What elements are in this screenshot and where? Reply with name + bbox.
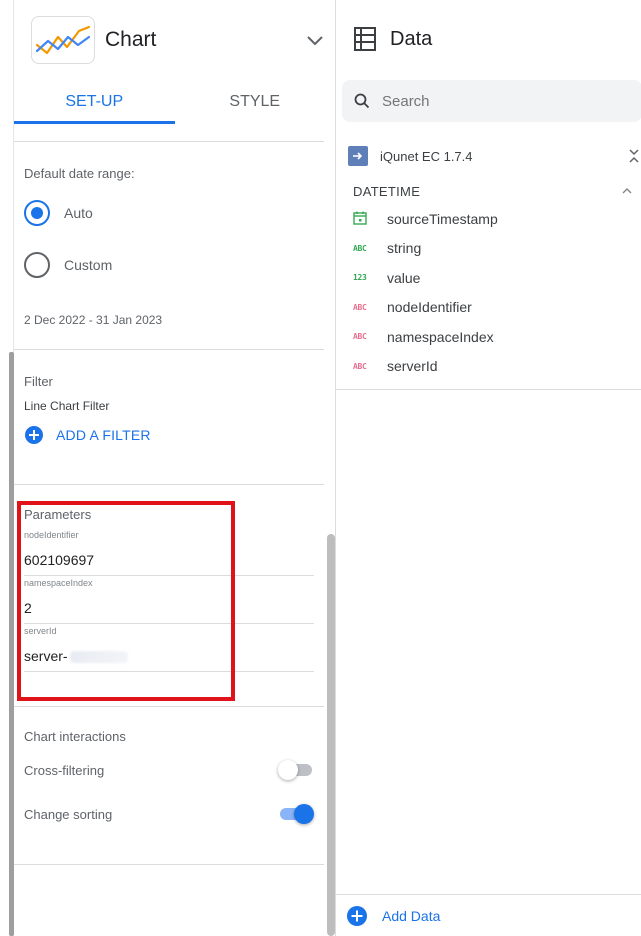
add-data-button[interactable]: Add Data [336,894,641,936]
search-input[interactable] [380,91,583,111]
field-item-nodeidentifier[interactable]: ABC nodeIdentifier [336,293,641,323]
chart-interactions-section: Chart interactions Cross-filtering Chang… [14,707,324,865]
setup-scrollbar[interactable] [327,534,335,936]
data-source-name: iQunet EC 1.7.4 [380,148,473,164]
data-source-icon [348,146,368,166]
chevron-up-icon[interactable] [621,187,633,195]
param-nodeidentifier[interactable]: nodeIdentifier 602109697 [24,528,314,576]
number-type-icon: 123 [353,273,367,283]
tab-style[interactable]: STYLE [175,80,336,124]
param-namespaceindex-caption: namespaceIndex [24,578,93,588]
parameters-section: Parameters nodeIdentifier 602109697 name… [14,485,324,707]
text-type-icon: ABC [353,332,367,342]
date-range-label: Default date range: [24,166,135,181]
text-type-icon: ABC [353,243,367,253]
field-label: nodeIdentifier [387,299,472,316]
radio-custom-label: Custom [64,257,113,273]
field-label: string [387,240,422,257]
add-filter-button[interactable]: ADD A FILTER [24,425,324,445]
chart-properties-panel: Chart SET-UP STYLE Default date range: A… [0,0,336,936]
cross-filtering-toggle[interactable] [278,760,314,780]
param-serverid[interactable]: serverId server- [24,624,314,672]
add-data-label: Add Data [382,907,441,924]
param-nodeidentifier-value[interactable]: 602109697 [24,552,94,568]
expand-collapse-icon[interactable] [627,144,641,168]
param-nodeidentifier-caption: nodeIdentifier [24,530,79,540]
datetime-group-label: DATETIME [353,183,421,199]
cross-filtering-label: Cross-filtering [24,762,105,778]
tab-setup[interactable]: SET-UP [14,80,175,124]
toggle-knob [278,760,298,780]
change-sorting-toggle[interactable] [278,804,314,824]
field-item-string[interactable]: ABC string [336,234,641,264]
data-source-row[interactable]: iQunet EC 1.7.4 [336,140,641,172]
parameters-heading: Parameters [24,507,92,522]
field-item-serverid[interactable]: ABC serverId [336,352,641,382]
field-item-value[interactable]: 123 value [336,263,641,293]
add-circle-icon [25,426,43,444]
toggle-knob [294,804,314,824]
table-icon [354,27,376,51]
chart-header: Chart [14,0,335,80]
chevron-down-icon[interactable] [303,28,327,52]
previous-section-divider [14,124,324,142]
param-serverid-caption: serverId [24,626,57,636]
line-chart-icon [31,16,95,64]
filter-heading: Filter [24,374,53,389]
param-serverid-text: server- [24,648,68,664]
setup-content: Default date range: Auto Custom 2 Dec 20… [14,124,324,865]
field-label: serverId [387,358,438,375]
left-edge-strip [0,0,14,936]
radio-custom[interactable] [24,252,50,278]
data-panel: Data iQunet EC 1.7.4 [336,0,641,936]
param-namespaceindex[interactable]: namespaceIndex 2 [24,576,314,624]
text-type-icon: ABC [353,302,367,312]
filter-section: Filter Line Chart Filter ADD A FILTER [14,350,324,485]
data-header: Data [336,0,641,78]
date-range-section: Default date range: Auto Custom 2 Dec 20… [14,142,324,350]
date-range-text: 2 Dec 2022 - 31 Jan 2023 [24,313,163,327]
chart-type-title: Chart [105,28,157,51]
field-item-namespaceindex[interactable]: ABC namespaceIndex [336,322,641,352]
fields-divider [336,389,641,390]
radio-auto[interactable] [24,200,50,226]
panel-tabs: SET-UP STYLE [14,80,335,124]
radio-auto-label: Auto [64,205,93,221]
radio-custom-row[interactable]: Custom [24,239,324,291]
redacted-text [69,651,128,664]
change-sorting-label: Change sorting [24,806,113,822]
setup-scroll-area: Default date range: Auto Custom 2 Dec 20… [14,124,335,936]
field-label: value [387,269,421,286]
field-label: namespaceIndex [387,328,494,345]
field-item-sourcetimestamp[interactable]: sourceTimestamp [336,204,641,234]
param-serverid-value[interactable]: server- [24,648,128,664]
text-type-icon: ABC [353,361,367,371]
filter-subheading: Line Chart Filter [24,399,110,413]
radio-auto-row[interactable]: Auto [24,187,324,239]
chart-interactions-heading: Chart interactions [24,729,126,744]
param-namespaceindex-value[interactable]: 2 [24,600,32,616]
add-circle-icon [347,905,367,926]
editor-frame: Chart SET-UP STYLE Default date range: A… [0,0,641,936]
add-filter-label: ADD A FILTER [56,427,151,443]
calendar-icon [353,211,375,227]
field-label: sourceTimestamp [387,210,498,227]
change-sorting-row: Change sorting [24,792,314,836]
field-search[interactable] [342,80,641,122]
field-list: sourceTimestamp ABC string 123 value ABC… [336,204,641,381]
cross-filtering-row: Cross-filtering [24,748,314,792]
data-title: Data [390,27,433,50]
search-icon [354,93,370,109]
datetime-group-header[interactable]: DATETIME [336,178,641,204]
